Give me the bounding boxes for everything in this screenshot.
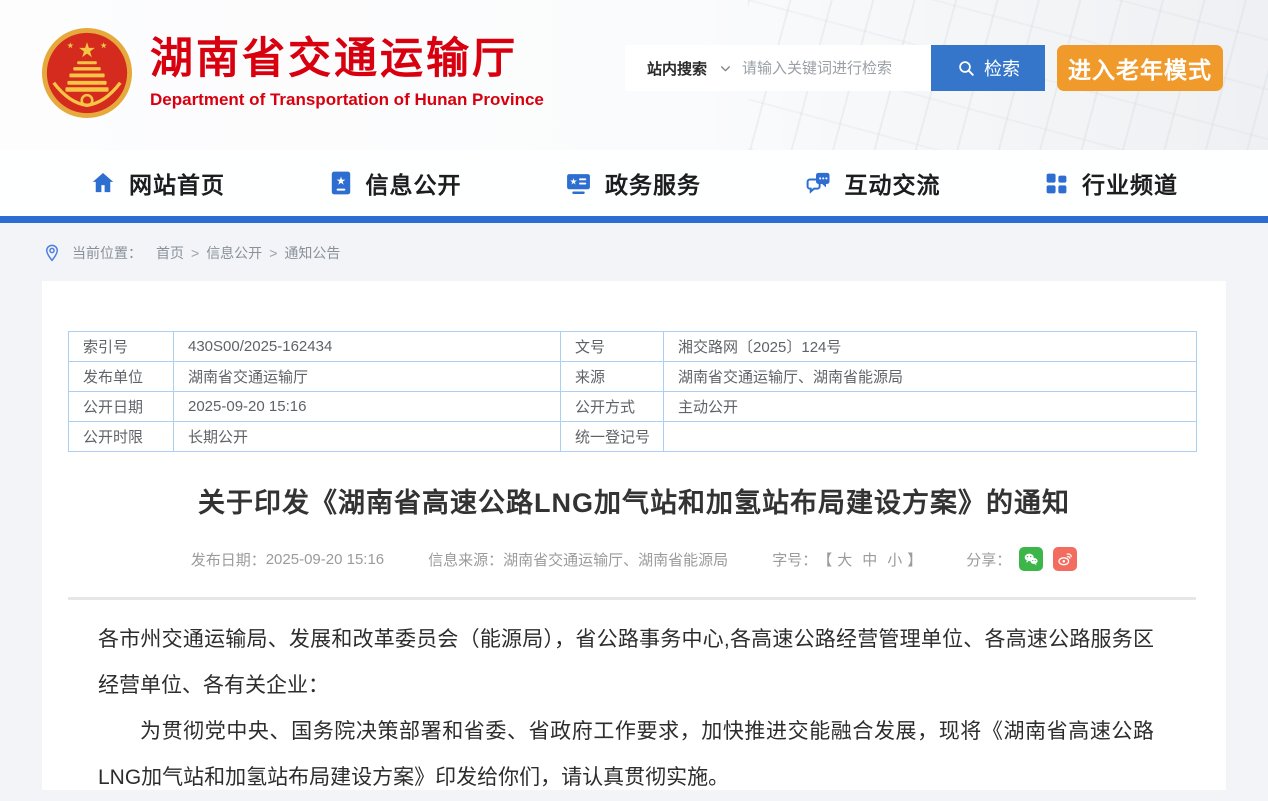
article-meta-row: 发布日期： 2025-09-20 15:16 信息来源： 湖南省交通运输厅、湖南… xyxy=(42,547,1226,571)
publish-date: 发布日期： 2025-09-20 15:16 xyxy=(191,549,384,570)
meta-value-cell: 湖南省交通运输厅、湖南省能源局 xyxy=(664,362,1197,392)
nav-accent-bar xyxy=(0,216,1268,223)
font-size-control: 字号： 【 大 中 小 】 xyxy=(772,549,922,570)
page: 湖南省交通运输厅 Department of Transportation of… xyxy=(0,0,1268,790)
share-icons xyxy=(1019,547,1077,571)
home-icon xyxy=(90,170,116,196)
info-source-label: 信息来源： xyxy=(428,549,503,570)
doc-meta-table: 索引号 430S00/2025-162434 文号 湘交路网〔2025〕124号… xyxy=(68,331,1197,452)
weibo-icon xyxy=(1056,550,1074,568)
nav-label: 政务服务 xyxy=(605,166,701,200)
meta-label-cell: 来源 xyxy=(561,362,664,392)
search-button[interactable]: 检索 xyxy=(931,45,1045,91)
national-emblem-icon xyxy=(40,26,134,120)
meta-value-cell: 2025-09-20 15:16 xyxy=(174,392,561,422)
breadcrumb-info-disclosure[interactable]: 信息公开 xyxy=(206,243,262,263)
table-row: 公开时限 长期公开 统一登记号 xyxy=(69,422,1197,452)
service-screen-icon xyxy=(565,170,592,196)
search-scope-dropdown[interactable]: 站内搜索 xyxy=(647,58,742,79)
font-size-bracket: 】 xyxy=(907,549,922,570)
meta-value-cell: 主动公开 xyxy=(664,392,1197,422)
site-subtitle: Department of Transportation of Hunan Pr… xyxy=(150,90,544,110)
wechat-share-button[interactable] xyxy=(1019,547,1043,571)
breadcrumb-home[interactable]: 首页 xyxy=(156,243,184,263)
search-icon xyxy=(956,58,977,79)
publish-date-label: 发布日期： xyxy=(191,549,266,570)
meta-value-cell: 长期公开 xyxy=(174,422,561,452)
nav-label: 行业频道 xyxy=(1082,166,1178,200)
article-paragraph: 各市州交通运输局、发展和改革委员会（能源局），省公路事务中心,各高速公路经营管理… xyxy=(98,617,1154,709)
nav-item-interaction[interactable]: 互动交流 xyxy=(805,166,941,200)
font-size-medium-button[interactable]: 中 xyxy=(862,549,877,570)
meta-label-cell: 公开方式 xyxy=(561,392,664,422)
nav-label: 互动交流 xyxy=(845,166,941,200)
location-pin-icon xyxy=(42,243,62,263)
font-size-large-button[interactable]: 大 xyxy=(837,549,852,570)
font-size-bracket: 【 xyxy=(817,549,832,570)
content-card: 索引号 430S00/2025-162434 文号 湘交路网〔2025〕124号… xyxy=(42,281,1226,790)
chevron-down-icon xyxy=(719,62,732,75)
site-header: 湖南省交通运输厅 Department of Transportation of… xyxy=(0,0,1268,150)
font-size-small-button[interactable]: 小 xyxy=(887,549,902,570)
meta-value-cell: 湘交路网〔2025〕124号 xyxy=(664,332,1197,362)
wechat-icon xyxy=(1022,550,1040,568)
table-row: 索引号 430S00/2025-162434 文号 湘交路网〔2025〕124号 xyxy=(69,332,1197,362)
content-divider xyxy=(68,597,1196,600)
meta-value-cell: 430S00/2025-162434 xyxy=(174,332,561,362)
font-size-label: 字号： xyxy=(772,549,817,570)
breadcrumb-notices[interactable]: 通知公告 xyxy=(284,243,340,263)
meta-label-cell: 文号 xyxy=(561,332,664,362)
table-row: 发布单位 湖南省交通运输厅 来源 湖南省交通运输厅、湖南省能源局 xyxy=(69,362,1197,392)
elder-mode-button[interactable]: 进入老年模式 xyxy=(1057,45,1223,91)
chat-bubbles-icon xyxy=(805,170,832,196)
article-paragraph: 为贯彻党中央、国务院决策部署和省委、省政府工作要求，加快推进交能融合发展，现将《… xyxy=(98,709,1154,801)
share-control: 分享： xyxy=(966,547,1077,571)
publish-date-value: 2025-09-20 15:16 xyxy=(266,551,384,568)
grid-blocks-icon xyxy=(1044,171,1069,196)
breadcrumb-separator: > xyxy=(269,245,277,261)
info-source: 信息来源： 湖南省交通运输厅、湖南省能源局 xyxy=(428,549,728,570)
meta-label-cell: 公开时限 xyxy=(69,422,174,452)
meta-value-cell xyxy=(664,422,1197,452)
search-area: 站内搜索 检索 进入老年模式 xyxy=(625,45,1223,91)
nav-label: 信息公开 xyxy=(366,166,462,200)
nav-item-gov-services[interactable]: 政务服务 xyxy=(565,166,701,200)
article-title: 关于印发《湖南省高速公路LNG加气站和加氢站布局建设方案》的通知 xyxy=(42,481,1226,520)
nav-item-info-disclosure[interactable]: 信息公开 xyxy=(329,166,462,200)
table-row: 公开日期 2025-09-20 15:16 公开方式 主动公开 xyxy=(69,392,1197,422)
site-title: 湖南省交通运输厅 xyxy=(150,36,544,83)
weibo-share-button[interactable] xyxy=(1053,547,1077,571)
meta-label-cell: 统一登记号 xyxy=(561,422,664,452)
breadcrumb-label: 当前位置： xyxy=(72,243,142,263)
document-star-icon xyxy=(329,170,353,196)
search-box: 站内搜索 xyxy=(625,45,931,91)
nav-item-home[interactable]: 网站首页 xyxy=(90,166,225,200)
meta-label-cell: 索引号 xyxy=(69,332,174,362)
search-scope-label: 站内搜索 xyxy=(647,58,707,79)
site-logo[interactable]: 湖南省交通运输厅 Department of Transportation of… xyxy=(40,26,544,120)
nav-label: 网站首页 xyxy=(129,166,225,200)
search-input[interactable] xyxy=(742,60,931,77)
meta-value-cell: 湖南省交通运输厅 xyxy=(174,362,561,392)
breadcrumb-separator: > xyxy=(191,245,199,261)
logo-text: 湖南省交通运输厅 Department of Transportation of… xyxy=(150,36,544,110)
meta-label-cell: 公开日期 xyxy=(69,392,174,422)
info-source-value: 湖南省交通运输厅、湖南省能源局 xyxy=(503,549,728,570)
nav-item-industry-channel[interactable]: 行业频道 xyxy=(1044,166,1178,200)
article-body: 各市州交通运输局、发展和改革委员会（能源局），省公路事务中心,各高速公路经营管理… xyxy=(98,617,1154,801)
meta-label-cell: 发布单位 xyxy=(69,362,174,392)
breadcrumb: 当前位置： 首页 > 信息公开 > 通知公告 xyxy=(42,237,340,269)
share-label: 分享： xyxy=(966,549,1011,570)
main-nav: 网站首页 信息公开 政务服务 xyxy=(0,150,1268,216)
search-button-label: 检索 xyxy=(984,55,1020,81)
